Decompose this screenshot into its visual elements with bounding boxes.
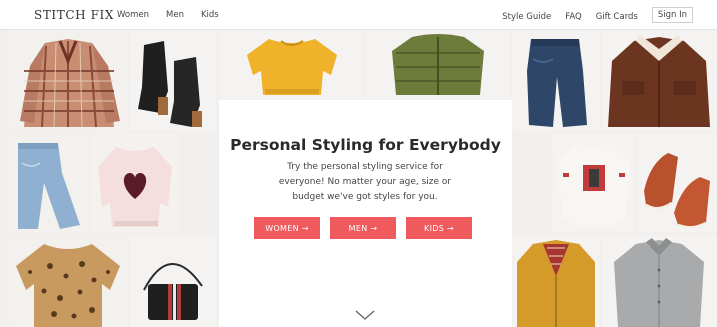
plaid-coat-image bbox=[10, 31, 127, 130]
nav-left: Women Men Kids bbox=[117, 10, 219, 20]
light-jeans-image bbox=[10, 133, 89, 232]
hero-panel: Personal Styling for Everybody Try the p… bbox=[219, 100, 512, 327]
nav-kids[interactable]: Kids bbox=[201, 10, 219, 20]
women-button[interactable]: WOMEN → bbox=[254, 217, 320, 239]
stitch-fix-logo[interactable]: STITCH FIX bbox=[34, 8, 114, 22]
hero-subtitle: Try the personal styling service for eve… bbox=[278, 162, 452, 202]
nav-women[interactable]: Women bbox=[117, 10, 149, 20]
men-button[interactable]: MEN → bbox=[330, 217, 396, 239]
green-puffer-jacket-image bbox=[366, 31, 510, 99]
black-boots-image bbox=[130, 31, 216, 130]
sign-in-button[interactable]: Sign In bbox=[651, 7, 693, 23]
kids-button[interactable]: KIDS → bbox=[406, 217, 472, 239]
nav-style-guide[interactable]: Style Guide bbox=[502, 12, 551, 22]
dark-jeans-image bbox=[513, 31, 599, 130]
leopard-blouse-image bbox=[10, 236, 127, 327]
heart-sweater-image bbox=[92, 133, 178, 232]
nav-men[interactable]: Men bbox=[166, 10, 184, 20]
mustard-jacket-image bbox=[513, 236, 599, 327]
nav-faq[interactable]: FAQ bbox=[565, 12, 581, 22]
cta-buttons: WOMEN → MEN → KIDS → bbox=[254, 217, 472, 239]
black-crossbody-bag-image bbox=[130, 236, 216, 327]
brown-sneakers-image bbox=[638, 133, 717, 232]
nav-gift-cards[interactable]: Gift Cards bbox=[596, 12, 638, 22]
hero-title: Personal Styling for Everybody bbox=[230, 136, 501, 154]
yellow-sweater-image bbox=[219, 31, 363, 99]
graphic-tee-image bbox=[553, 133, 635, 232]
grey-shirt-image bbox=[602, 236, 717, 327]
chevron-down-icon[interactable] bbox=[354, 308, 376, 322]
brown-corduroy-jacket-image bbox=[602, 31, 717, 130]
top-nav-bar: STITCH FIX Women Men Kids Style Guide FA… bbox=[0, 0, 717, 30]
nav-right: Style Guide FAQ Gift Cards Sign In bbox=[502, 7, 693, 23]
